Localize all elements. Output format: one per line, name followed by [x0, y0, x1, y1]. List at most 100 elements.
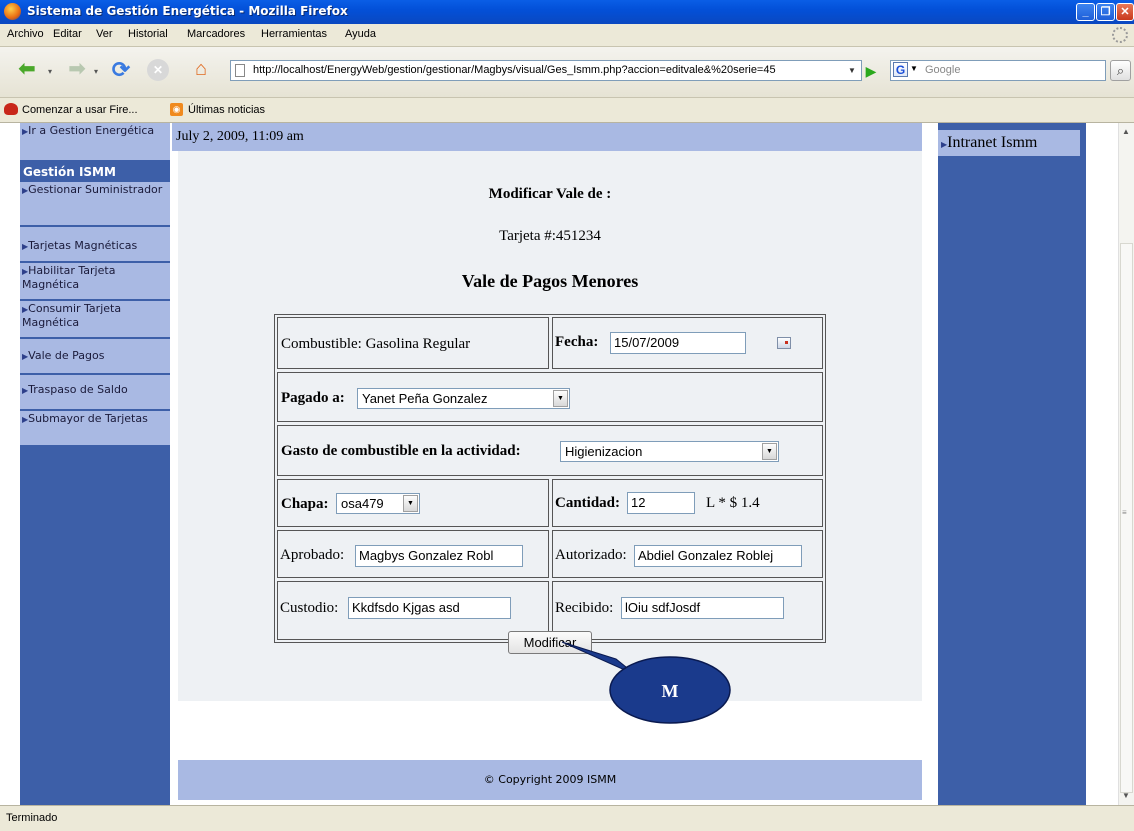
autorizado-input[interactable]: Abdiel Gonzalez Roblej: [634, 545, 802, 567]
aprobado-input[interactable]: Magbys Gonzalez Robl: [355, 545, 523, 567]
page-heading-label: Modificar Vale de :: [488, 186, 612, 202]
page-footer: © Copyright 2009 ISMM: [178, 760, 922, 800]
search-engine-dropdown-icon[interactable]: ▼: [910, 64, 918, 73]
sidebar-item-tarjetas-magneticas[interactable]: ▶Tarjetas Magnéticas: [20, 227, 170, 263]
close-button[interactable]: ✕: [1116, 3, 1134, 21]
sidebar-item-habilitar-tarjeta[interactable]: ▶Habilitar Tarjeta Magnética: [20, 263, 170, 301]
url-bar[interactable]: http://localhost/EnergyWeb/gestion/gesti…: [230, 60, 862, 81]
sidebar-item-vale-de-pagos[interactable]: ▶Vale de Pagos: [20, 339, 170, 375]
chapa-select[interactable]: osa479 ▼: [336, 493, 420, 514]
menu-ver[interactable]: Ver: [96, 28, 113, 40]
url-text: http://localhost/EnergyWeb/gestion/gesti…: [253, 64, 776, 76]
cantidad-label: Cantidad:: [555, 495, 621, 511]
fecha-label: Fecha:: [555, 334, 599, 350]
intranet-ismm-link[interactable]: ▶Intranet Ismm: [938, 130, 1080, 156]
page-icon: [235, 64, 245, 77]
chapa-label: Chapa:: [281, 496, 329, 512]
menu-archivo[interactable]: Archivo: [7, 28, 44, 40]
autorizado-cell: Autorizado: Abdiel Gonzalez Roblej: [552, 530, 823, 578]
chevron-down-icon[interactable]: ▼: [762, 443, 777, 460]
minimize-button[interactable]: _: [1076, 3, 1095, 21]
bookmarks-toolbar: Comenzar a usar Fire... ◉ Últimas notici…: [0, 98, 1134, 123]
forward-button[interactable]: ➡: [62, 57, 92, 83]
combustible-cell: Combustible: Gasolina Regular: [277, 317, 549, 369]
pagado-select[interactable]: Yanet Peña Gonzalez ▼: [357, 388, 570, 409]
pagado-selected: Yanet Peña Gonzalez: [362, 391, 488, 406]
reload-icon[interactable]: ⟳: [106, 57, 136, 83]
stop-icon[interactable]: ✕: [147, 59, 169, 81]
throbber-icon: [1112, 27, 1128, 43]
firefox-bookmark-icon: [4, 103, 18, 115]
pagado-label: Pagado a:: [281, 390, 345, 406]
url-dropdown-icon[interactable]: ▼: [845, 63, 859, 78]
fecha-input[interactable]: 15/07/2009: [610, 332, 746, 354]
window-title-bar: Sistema de Gestión Energética - Mozilla …: [0, 0, 1134, 24]
go-icon[interactable]: ▶: [862, 63, 880, 79]
recibido-label: Recibido:: [555, 600, 614, 616]
bookmark-ultimas-noticias[interactable]: Últimas noticias: [188, 104, 265, 116]
cantidad-suffix: L * $ 1.4: [706, 495, 760, 511]
current-datetime: July 2, 2009, 11:09 am: [176, 129, 304, 144]
sidebar-item-gestionar-suministrador[interactable]: ▶Gestionar Suministrador: [20, 182, 170, 227]
date-bar: July 2, 2009, 11:09 am: [172, 123, 922, 151]
back-button[interactable]: ⬅: [8, 57, 46, 83]
gasto-label: Gasto de combustible en la actividad:: [281, 443, 521, 459]
recibido-cell: Recibido: lOiu sdfJosdf: [552, 581, 823, 640]
scroll-down-icon[interactable]: ▼: [1122, 791, 1130, 800]
custodio-input[interactable]: Kkdfsdo Kjgas asd: [348, 597, 511, 619]
forward-history-dropdown-icon[interactable]: ▾: [94, 67, 98, 76]
scrollbar-thumb[interactable]: [1120, 243, 1133, 793]
page-heading: Modificar Vale de :: [178, 186, 922, 203]
cantidad-cell: Cantidad: 12 L * $ 1.4: [552, 479, 823, 527]
maximize-button[interactable]: ❐: [1096, 3, 1115, 21]
aprobado-cell: Aprobado: Magbys Gonzalez Robl: [277, 530, 549, 578]
left-sidebar: ▶Ir a Gestion Energética Gestión ISMM ▶G…: [20, 123, 170, 805]
copyright-text: © Copyright 2009 ISMM: [483, 773, 617, 786]
sidebar-heading: Gestión ISMM: [20, 162, 170, 182]
sidebar-item-submayor-tarjetas[interactable]: ▶Submayor de Tarjetas: [20, 411, 170, 447]
calendar-icon[interactable]: [777, 337, 791, 349]
sidebar-item-traspaso-saldo[interactable]: ▶Traspaso de Saldo: [20, 375, 170, 411]
chapa-cell: Chapa: osa479 ▼: [277, 479, 549, 527]
firefox-icon: [4, 3, 21, 20]
menu-historial[interactable]: Historial: [128, 28, 168, 40]
aprobado-label: Aprobado:: [280, 547, 345, 563]
status-bar: Terminado: [0, 805, 1134, 831]
recibido-input[interactable]: lOiu sdfJosdf: [621, 597, 784, 619]
status-text: Terminado: [6, 812, 58, 824]
pagado-cell: Pagado a: Yanet Peña Gonzalez ▼: [277, 372, 823, 422]
search-input[interactable]: G ▼ Google: [890, 60, 1106, 81]
sidebar-item-consumir-tarjeta[interactable]: ▶Consumir Tarjeta Magnética: [20, 301, 170, 339]
card-number: Tarjeta #:451234: [499, 228, 601, 244]
search-placeholder: Google: [925, 64, 961, 76]
form-title: Vale de Pagos Menores: [461, 271, 639, 291]
bookmark-comenzar[interactable]: Comenzar a usar Fire...: [22, 104, 138, 116]
chapa-selected: osa479: [341, 496, 384, 511]
fecha-cell: Fecha: 15/07/2009: [552, 317, 823, 369]
rss-icon: ◉: [170, 103, 183, 116]
modificar-button[interactable]: Modificar: [508, 631, 592, 654]
gasto-select[interactable]: Higienizacion ▼: [560, 441, 779, 462]
autorizado-label: Autorizado:: [555, 547, 627, 563]
search-icon[interactable]: ⌕: [1110, 60, 1131, 81]
page-viewport: ▶Ir a Gestion Energética Gestión ISMM ▶G…: [0, 123, 1118, 805]
gasto-cell: Gasto de combustible en la actividad: Hi…: [277, 425, 823, 476]
right-sidebar: ▶Intranet Ismm: [938, 123, 1086, 805]
menu-herramientas[interactable]: Herramientas: [261, 28, 327, 40]
custodio-label: Custodio:: [280, 600, 339, 616]
scroll-up-icon[interactable]: ▲: [1122, 127, 1130, 136]
cantidad-input[interactable]: 12: [627, 492, 695, 514]
home-icon[interactable]: ⌂: [188, 57, 214, 83]
combustible-label: Combustible: Gasolina Regular: [281, 336, 471, 352]
menu-ayuda[interactable]: Ayuda: [345, 28, 376, 40]
sidebar-item-ir-gestion[interactable]: ▶Ir a Gestion Energética: [20, 123, 170, 162]
vale-form-table: Combustible: Gasolina Regular Fecha: 15/…: [274, 314, 826, 643]
menu-marcadores[interactable]: Marcadores: [187, 28, 245, 40]
vertical-scrollbar[interactable]: ▲ ≡ ▼: [1118, 123, 1134, 805]
chevron-down-icon[interactable]: ▼: [403, 495, 418, 512]
menu-editar[interactable]: Editar: [53, 28, 82, 40]
chevron-down-icon[interactable]: ▼: [553, 390, 568, 407]
back-history-dropdown-icon[interactable]: ▾: [48, 67, 52, 76]
window-title: Sistema de Gestión Energética - Mozilla …: [27, 4, 348, 18]
search-engine-icon[interactable]: G: [893, 62, 908, 77]
